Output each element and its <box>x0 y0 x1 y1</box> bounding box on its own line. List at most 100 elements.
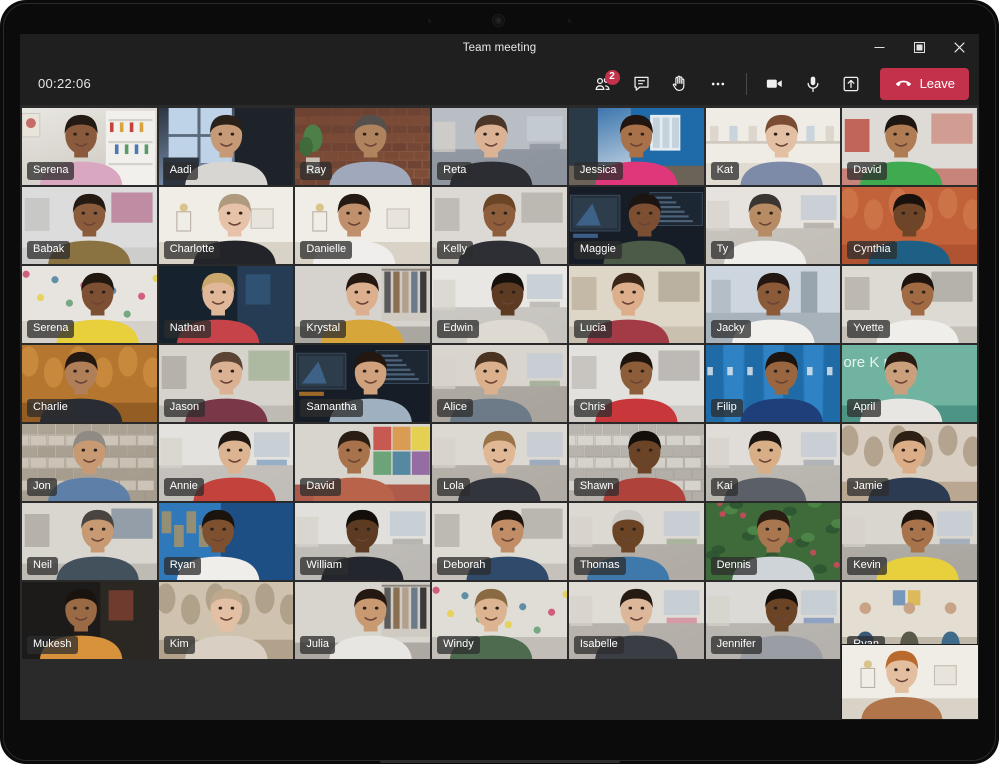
participant-tile[interactable]: Yvette <box>842 266 977 343</box>
participant-tile[interactable]: Deborah <box>432 503 567 580</box>
participant-tile[interactable]: Jacky <box>706 266 841 343</box>
window-title: Team meeting <box>463 42 536 54</box>
participant-tile[interactable]: Isabelle <box>569 582 704 659</box>
toolbar-actions: 2 <box>585 61 969 106</box>
participant-name-badge: Kat <box>711 162 740 180</box>
participant-name-badge: Annie <box>164 478 204 496</box>
maximize-icon <box>914 42 925 53</box>
close-button[interactable] <box>939 34 979 61</box>
minimize-button[interactable] <box>859 34 899 61</box>
webcam-icon <box>492 14 505 27</box>
participant-tile[interactable]: David <box>295 424 430 501</box>
participant-tile[interactable]: Serena <box>22 266 157 343</box>
camera-toggle-button[interactable] <box>756 68 794 100</box>
participant-tile[interactable]: Lola <box>432 424 567 501</box>
participant-name-badge: Jamie <box>847 478 888 496</box>
participant-name-badge: Babak <box>27 241 70 259</box>
hang-up-icon <box>894 74 913 93</box>
sensor-left-icon <box>428 19 431 23</box>
participant-tile[interactable]: Kim <box>159 582 294 659</box>
participant-tile[interactable]: Edwin <box>432 266 567 343</box>
participant-name-badge: Isabelle <box>574 636 624 654</box>
participant-name-badge: Kelly <box>437 241 473 259</box>
participant-tile[interactable]: Ray <box>295 108 430 185</box>
participant-tile[interactable]: Aadi <box>159 108 294 185</box>
participant-tile[interactable]: Kai <box>706 424 841 501</box>
participant-tile[interactable]: Danielle <box>295 187 430 264</box>
participant-tile[interactable]: Jessica <box>569 108 704 185</box>
participant-tile[interactable]: Babak <box>22 187 157 264</box>
participant-name-badge: Reta <box>437 162 472 180</box>
participant-name-badge: Mukesh <box>27 636 78 654</box>
participant-tile[interactable]: Reta <box>432 108 567 185</box>
participant-tile[interactable]: Kevin <box>842 503 977 580</box>
participant-name-badge: Yvette <box>847 320 890 338</box>
participant-video <box>842 645 978 719</box>
participant-name-badge: Kai <box>711 478 739 496</box>
participant-name-badge: Lola <box>437 478 470 496</box>
share-content-button[interactable] <box>832 68 870 100</box>
participant-name-badge: Ryan <box>164 557 202 575</box>
microphone-toggle-button[interactable] <box>794 68 832 100</box>
participant-tile[interactable]: Kat <box>706 108 841 185</box>
participant-tile[interactable]: Serena <box>22 108 157 185</box>
participant-tile[interactable]: Shawn <box>569 424 704 501</box>
participant-tile[interactable]: Samantha <box>295 345 430 422</box>
participant-name-badge: Ty <box>711 241 735 259</box>
participant-tile[interactable]: Jamie <box>842 424 977 501</box>
raise-hand-icon <box>670 74 689 93</box>
participant-tile[interactable]: Charlotte <box>159 187 294 264</box>
participant-tile[interactable]: Charlie <box>22 345 157 422</box>
participant-name-badge: Krystal <box>300 320 346 338</box>
title-bar: Team meeting <box>20 34 979 61</box>
show-conversation-button[interactable] <box>623 68 661 100</box>
participant-tile[interactable]: David <box>842 108 977 185</box>
participant-tile[interactable]: Dennis <box>706 503 841 580</box>
participant-tile[interactable]: ore K raApril <box>842 345 977 422</box>
participant-tile[interactable]: William <box>295 503 430 580</box>
participant-tile[interactable]: Annie <box>159 424 294 501</box>
participant-tile[interactable]: Mukesh <box>22 582 157 659</box>
maximize-button[interactable] <box>899 34 939 61</box>
participant-name-badge: Jon <box>27 478 57 496</box>
participant-name-badge: Cynthia <box>847 241 896 259</box>
participant-tile[interactable]: Kelly <box>432 187 567 264</box>
participant-tile[interactable]: Filip <box>706 345 841 422</box>
leave-button-label: Leave <box>920 76 955 91</box>
participant-tile[interactable]: Cynthia <box>842 187 977 264</box>
participant-tile[interactable]: Krystal <box>295 266 430 343</box>
camera-icon <box>764 73 785 94</box>
participant-name-badge: Jessica <box>574 162 623 180</box>
participant-tile[interactable]: Jennifer <box>706 582 841 659</box>
participant-tile[interactable]: Julia <box>295 582 430 659</box>
participant-name-badge: Charlotte <box>164 241 221 259</box>
leave-button[interactable]: Leave <box>880 68 969 100</box>
participant-tile[interactable]: Lucia <box>569 266 704 343</box>
participant-name-badge: David <box>300 478 340 496</box>
minimize-icon <box>874 42 885 53</box>
video-grid: SerenaAadiRayRetaJessicaKatDavidBabakCha… <box>22 108 977 659</box>
close-icon <box>954 42 965 53</box>
participant-tile[interactable]: Maggie <box>569 187 704 264</box>
participant-tile[interactable]: Ryan <box>159 503 294 580</box>
participant-name-badge: Jason <box>164 399 205 417</box>
participant-name-badge: Alice <box>437 399 473 417</box>
participant-tile[interactable]: Neil <box>22 503 157 580</box>
self-view-tile[interactable] <box>841 644 979 720</box>
self-view-feed <box>842 645 978 719</box>
participant-tile[interactable]: Ty <box>706 187 841 264</box>
participant-tile[interactable]: Chris <box>569 345 704 422</box>
participant-tile[interactable]: Windy <box>432 582 567 659</box>
device-bottom-bezel <box>380 760 620 763</box>
show-participants-button[interactable]: 2 <box>585 68 623 100</box>
participant-tile[interactable]: Alice <box>432 345 567 422</box>
participant-name-badge: Samantha <box>300 399 362 417</box>
participant-tile[interactable]: Thomas <box>569 503 704 580</box>
participant-tile[interactable]: Jon <box>22 424 157 501</box>
more-actions-button[interactable] <box>699 68 737 100</box>
raise-hand-button[interactable] <box>661 68 699 100</box>
participant-tile[interactable]: Nathan <box>159 266 294 343</box>
participant-name-badge: Chris <box>574 399 612 417</box>
participant-name-badge: David <box>847 162 887 180</box>
participant-tile[interactable]: Jason <box>159 345 294 422</box>
